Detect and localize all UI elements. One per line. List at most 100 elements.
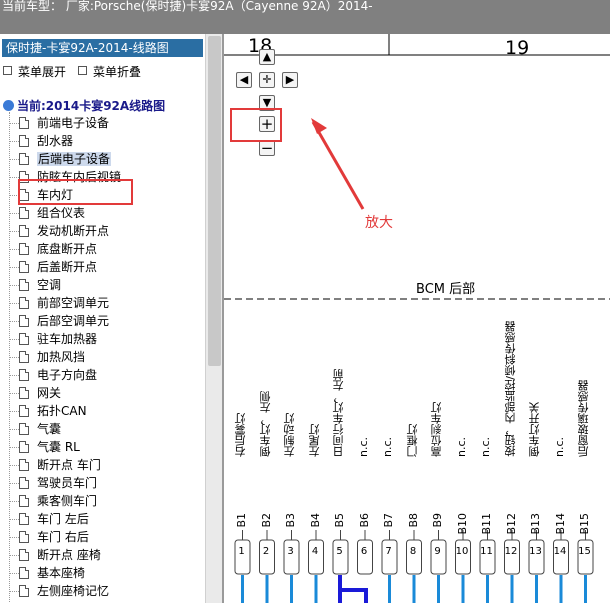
expand-icon — [3, 66, 12, 75]
pin-function-label: n.c. — [454, 436, 468, 457]
document-icon — [19, 153, 29, 165]
pin-name: B15 — [578, 513, 591, 535]
arrow-up-icon[interactable]: ▲ — [259, 49, 275, 65]
document-icon — [19, 585, 29, 597]
pin-function-label: 右后雾灯 — [234, 413, 247, 457]
tree-item-label: 车门 右后 — [37, 530, 89, 544]
pin-name: B9 — [431, 513, 444, 528]
tree-item-label: 气囊 RL — [37, 440, 80, 454]
tree-item[interactable]: 左侧座椅记忆 — [0, 583, 121, 601]
menu-expand-button[interactable]: 菜单展开 — [3, 65, 66, 79]
pin-name: B13 — [529, 513, 542, 535]
tree-branch-line — [9, 501, 19, 502]
document-icon — [19, 477, 29, 489]
collapse-icon — [78, 66, 87, 75]
pin-number: 14 — [553, 546, 567, 557]
tree-item[interactable]: 底盘断开点 — [0, 241, 121, 259]
tree-item[interactable]: 电子方向盘 — [0, 367, 121, 385]
tree-branch-line — [9, 285, 19, 286]
pin-number: 13 — [529, 546, 542, 557]
tree-item[interactable]: 刮水器 — [0, 133, 121, 151]
pin-number: 11 — [480, 546, 493, 557]
pin-number: 5 — [336, 546, 343, 557]
pin-name: B4 — [308, 513, 322, 528]
tree-item-label: 网关 — [37, 386, 62, 400]
tree-item-label: 加热风挡 — [37, 350, 86, 364]
tree-item[interactable]: 气囊 — [0, 421, 121, 439]
pin-function-label: 左尾灯 — [307, 424, 321, 457]
tree-branch-line — [9, 555, 19, 556]
tree-branch-line — [9, 537, 19, 538]
pin-name: B11 — [480, 513, 493, 535]
tree-item[interactable]: 驾驶员车门 — [0, 475, 121, 493]
arrow-left-icon[interactable]: ◀ — [236, 72, 252, 88]
tree-item-label: 拓扑CAN — [37, 404, 87, 418]
pin-number: 6 — [360, 546, 368, 557]
pin-function-label: n.c. — [479, 436, 492, 457]
pin-number: 7 — [385, 546, 392, 557]
pin-name: B7 — [382, 513, 395, 528]
pin-number: 15 — [578, 546, 591, 557]
tree-branch-line — [9, 465, 19, 466]
tree-item[interactable]: 车门 右后 — [0, 529, 121, 547]
pin-number: 3 — [287, 546, 294, 557]
document-icon — [19, 261, 29, 273]
pin-function-label: 高位刹车灯 — [430, 402, 443, 457]
tree-branch-line — [9, 141, 19, 142]
pin-number: 12 — [504, 546, 518, 557]
tree-branch-line — [9, 411, 19, 412]
tree-item[interactable]: 后部空调单元 — [0, 313, 121, 331]
document-icon — [19, 531, 29, 543]
tree-root[interactable]: 当前:2014卡宴92A线路图 — [3, 97, 165, 114]
tree-item[interactable]: 空调 — [0, 277, 121, 295]
menu-collapse-button[interactable]: 菜单折叠 — [78, 65, 141, 79]
tree-item-label: 底盘断开点 — [37, 242, 98, 256]
tree-item[interactable]: 断开点 车门 — [0, 457, 121, 475]
tree-item-label: 车门 左后 — [37, 512, 89, 526]
tree-item[interactable]: 驻车加热器 — [0, 331, 121, 349]
tree-item[interactable]: 气囊 RL — [0, 439, 121, 457]
document-icon — [19, 225, 29, 237]
document-icon — [19, 405, 29, 417]
arrow-right-icon[interactable]: ▶ — [282, 72, 298, 88]
pin-name: B3 — [284, 513, 297, 528]
tree-root-label: 当前:2014卡宴92A线路图 — [17, 99, 166, 113]
tree-item[interactable]: 拓扑CAN — [0, 403, 121, 421]
tree-item[interactable]: 后盖断开点 — [0, 259, 121, 277]
tree-item[interactable]: 组合仪表 — [0, 205, 121, 223]
pin-name: B5 — [333, 513, 346, 528]
tree-item-label: 后盖断开点 — [37, 260, 98, 274]
document-icon — [19, 243, 29, 255]
scrollbar-thumb[interactable] — [208, 36, 221, 366]
sidebar-scrollbar[interactable] — [205, 34, 222, 603]
tree-item[interactable]: 基本座椅 — [0, 565, 121, 583]
tree-item[interactable]: 加热风挡 — [0, 349, 121, 367]
pin-name: B12 — [504, 513, 518, 535]
tree-item-label: 乘客侧车门 — [37, 494, 98, 508]
pin-name: B1 — [235, 513, 248, 528]
tree-branch-line — [9, 339, 19, 340]
tree-branch-line — [9, 159, 19, 160]
tree-item[interactable]: 发动机断开点 — [0, 223, 121, 241]
tree-item[interactable]: 车门 左后 — [0, 511, 121, 529]
move-icon[interactable]: ✛ — [259, 72, 275, 88]
tree-branch-line — [9, 429, 19, 430]
tree-item[interactable]: 断开点 座椅 — [0, 547, 121, 565]
minus-icon[interactable]: − — [259, 140, 275, 156]
tree-item[interactable]: 前端电子设备 — [0, 115, 121, 133]
pin-name: B2 — [259, 513, 273, 528]
tree-item[interactable]: 后端电子设备 — [0, 151, 121, 169]
tree-item-label: 前端电子设备 — [37, 116, 110, 130]
tree-item-label: 断开点 车门 — [37, 458, 101, 472]
tree-branch-line — [9, 375, 19, 376]
pin-function-label: 左制动灯 — [283, 413, 296, 457]
tree-item[interactable]: 前部空调单元 — [0, 295, 121, 313]
zoom-annotation: 放大 — [365, 215, 393, 231]
tree-item[interactable]: 乘客侧车门 — [0, 493, 121, 511]
column-number-19: 19 — [505, 37, 530, 59]
document-icon — [19, 513, 29, 525]
tree-item-label: 基本座椅 — [37, 566, 86, 580]
pin-name: B6 — [357, 513, 371, 528]
tree-item[interactable]: 网关 — [0, 385, 121, 403]
zoom-highlight-box — [230, 108, 282, 142]
